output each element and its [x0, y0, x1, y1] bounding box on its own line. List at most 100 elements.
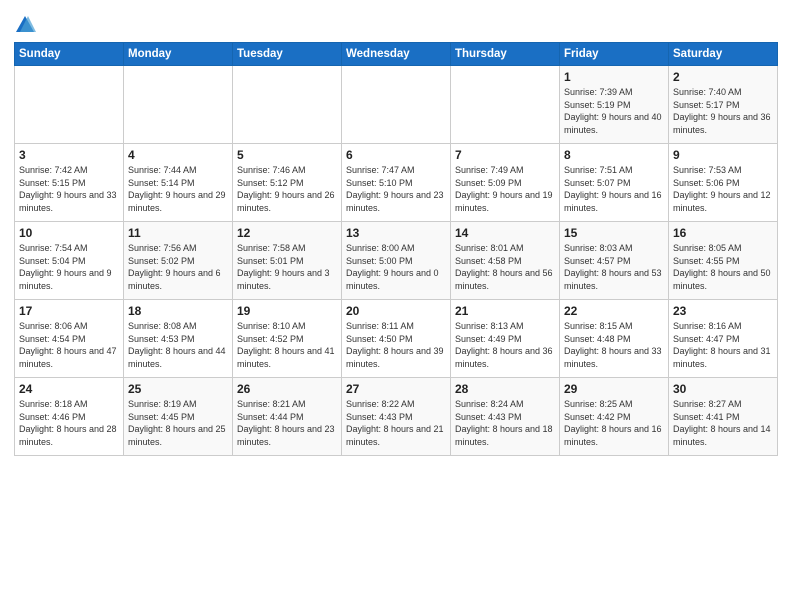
header — [14, 10, 778, 36]
day-info: Sunrise: 8:25 AMSunset: 4:42 PMDaylight:… — [564, 399, 662, 447]
day-info: Sunrise: 7:46 AMSunset: 5:12 PMDaylight:… — [237, 165, 335, 213]
logo-icon — [14, 14, 36, 36]
calendar-cell: 13 Sunrise: 8:00 AMSunset: 5:00 PMDayligh… — [342, 222, 451, 300]
calendar-cell: 6 Sunrise: 7:47 AMSunset: 5:10 PMDaylight… — [342, 144, 451, 222]
day-number: 1 — [564, 70, 664, 84]
calendar-cell — [124, 66, 233, 144]
calendar-cell: 28 Sunrise: 8:24 AMSunset: 4:43 PMDayligh… — [451, 378, 560, 456]
calendar-cell — [233, 66, 342, 144]
calendar-cell: 1 Sunrise: 7:39 AMSunset: 5:19 PMDaylight… — [560, 66, 669, 144]
calendar-cell — [342, 66, 451, 144]
day-number: 8 — [564, 148, 664, 162]
day-number: 29 — [564, 382, 664, 396]
day-number: 27 — [346, 382, 446, 396]
calendar-table: SundayMondayTuesdayWednesdayThursdayFrid… — [14, 42, 778, 456]
calendar-cell: 21 Sunrise: 8:13 AMSunset: 4:49 PMDayligh… — [451, 300, 560, 378]
calendar-cell: 7 Sunrise: 7:49 AMSunset: 5:09 PMDaylight… — [451, 144, 560, 222]
calendar-cell: 18 Sunrise: 8:08 AMSunset: 4:53 PMDayligh… — [124, 300, 233, 378]
day-number: 17 — [19, 304, 119, 318]
day-number: 21 — [455, 304, 555, 318]
day-number: 2 — [673, 70, 773, 84]
calendar-cell — [451, 66, 560, 144]
day-number: 13 — [346, 226, 446, 240]
calendar-cell: 16 Sunrise: 8:05 AMSunset: 4:55 PMDayligh… — [669, 222, 778, 300]
day-info: Sunrise: 7:54 AMSunset: 5:04 PMDaylight:… — [19, 243, 112, 291]
weekday-header-wednesday: Wednesday — [342, 43, 451, 66]
day-info: Sunrise: 8:22 AMSunset: 4:43 PMDaylight:… — [346, 399, 444, 447]
day-info: Sunrise: 7:53 AMSunset: 5:06 PMDaylight:… — [673, 165, 771, 213]
day-info: Sunrise: 8:06 AMSunset: 4:54 PMDaylight:… — [19, 321, 117, 369]
day-info: Sunrise: 8:18 AMSunset: 4:46 PMDaylight:… — [19, 399, 117, 447]
calendar-cell: 24 Sunrise: 8:18 AMSunset: 4:46 PMDayligh… — [15, 378, 124, 456]
logo — [14, 14, 38, 36]
day-info: Sunrise: 8:15 AMSunset: 4:48 PMDaylight:… — [564, 321, 662, 369]
day-info: Sunrise: 7:47 AMSunset: 5:10 PMDaylight:… — [346, 165, 444, 213]
day-info: Sunrise: 8:16 AMSunset: 4:47 PMDaylight:… — [673, 321, 771, 369]
weekday-header-monday: Monday — [124, 43, 233, 66]
day-info: Sunrise: 8:05 AMSunset: 4:55 PMDaylight:… — [673, 243, 771, 291]
calendar-cell: 2Sunrise: 7:40 AMSunset: 5:17 PMDaylight… — [669, 66, 778, 144]
calendar-week-3: 10 Sunrise: 7:54 AMSunset: 5:04 PMDayligh… — [15, 222, 778, 300]
day-info: Sunrise: 8:00 AMSunset: 5:00 PMDaylight:… — [346, 243, 439, 291]
calendar-cell: 25 Sunrise: 8:19 AMSunset: 4:45 PMDayligh… — [124, 378, 233, 456]
day-number: 9 — [673, 148, 773, 162]
weekday-header-tuesday: Tuesday — [233, 43, 342, 66]
day-number: 14 — [455, 226, 555, 240]
calendar-week-2: 3 Sunrise: 7:42 AMSunset: 5:15 PMDaylight… — [15, 144, 778, 222]
calendar-body: 1 Sunrise: 7:39 AMSunset: 5:19 PMDaylight… — [15, 66, 778, 456]
day-info: Sunrise: 8:21 AMSunset: 4:44 PMDaylight:… — [237, 399, 335, 447]
day-number: 10 — [19, 226, 119, 240]
day-number: 6 — [346, 148, 446, 162]
day-info: Sunrise: 8:19 AMSunset: 4:45 PMDaylight:… — [128, 399, 226, 447]
day-number: 12 — [237, 226, 337, 240]
day-number: 7 — [455, 148, 555, 162]
calendar-week-4: 17 Sunrise: 8:06 AMSunset: 4:54 PMDayligh… — [15, 300, 778, 378]
calendar-cell: 12 Sunrise: 7:58 AMSunset: 5:01 PMDayligh… — [233, 222, 342, 300]
day-number: 28 — [455, 382, 555, 396]
calendar-page: SundayMondayTuesdayWednesdayThursdayFrid… — [0, 0, 792, 612]
day-info: Sunrise: 8:01 AMSunset: 4:58 PMDaylight:… — [455, 243, 553, 291]
day-number: 20 — [346, 304, 446, 318]
day-number: 25 — [128, 382, 228, 396]
day-info: Sunrise: 8:24 AMSunset: 4:43 PMDaylight:… — [455, 399, 553, 447]
calendar-cell: 20 Sunrise: 8:11 AMSunset: 4:50 PMDayligh… — [342, 300, 451, 378]
day-number: 19 — [237, 304, 337, 318]
calendar-cell: 5Sunrise: 7:46 AMSunset: 5:12 PMDaylight… — [233, 144, 342, 222]
day-info: Sunrise: 7:51 AMSunset: 5:07 PMDaylight:… — [564, 165, 662, 213]
day-number: 16 — [673, 226, 773, 240]
day-info: Sunrise: 8:27 AMSunset: 4:41 PMDaylight:… — [673, 399, 771, 447]
calendar-cell: 15Sunrise: 8:03 AMSunset: 4:57 PMDayligh… — [560, 222, 669, 300]
day-number: 23 — [673, 304, 773, 318]
calendar-cell: 29 Sunrise: 8:25 AMSunset: 4:42 PMDayligh… — [560, 378, 669, 456]
day-info: Sunrise: 7:49 AMSunset: 5:09 PMDaylight:… — [455, 165, 553, 213]
day-info: Sunrise: 7:42 AMSunset: 5:15 PMDaylight:… — [19, 165, 117, 213]
calendar-cell: 30Sunrise: 8:27 AMSunset: 4:41 PMDayligh… — [669, 378, 778, 456]
day-number: 18 — [128, 304, 228, 318]
calendar-header-row: SundayMondayTuesdayWednesdayThursdayFrid… — [15, 43, 778, 66]
calendar-cell: 10 Sunrise: 7:54 AMSunset: 5:04 PMDayligh… — [15, 222, 124, 300]
day-number: 22 — [564, 304, 664, 318]
day-number: 4 — [128, 148, 228, 162]
day-info: Sunrise: 7:58 AMSunset: 5:01 PMDaylight:… — [237, 243, 330, 291]
weekday-header-friday: Friday — [560, 43, 669, 66]
calendar-cell: 4 Sunrise: 7:44 AMSunset: 5:14 PMDaylight… — [124, 144, 233, 222]
day-info: Sunrise: 8:08 AMSunset: 4:53 PMDaylight:… — [128, 321, 226, 369]
calendar-week-1: 1 Sunrise: 7:39 AMSunset: 5:19 PMDaylight… — [15, 66, 778, 144]
calendar-cell: 11Sunrise: 7:56 AMSunset: 5:02 PMDayligh… — [124, 222, 233, 300]
day-info: Sunrise: 7:39 AMSunset: 5:19 PMDaylight:… — [564, 87, 662, 135]
day-info: Sunrise: 8:13 AMSunset: 4:49 PMDaylight:… — [455, 321, 553, 369]
day-number: 3 — [19, 148, 119, 162]
day-info: Sunrise: 8:10 AMSunset: 4:52 PMDaylight:… — [237, 321, 335, 369]
day-info: Sunrise: 7:44 AMSunset: 5:14 PMDaylight:… — [128, 165, 226, 213]
calendar-cell: 14 Sunrise: 8:01 AMSunset: 4:58 PMDayligh… — [451, 222, 560, 300]
calendar-cell: 22 Sunrise: 8:15 AMSunset: 4:48 PMDayligh… — [560, 300, 669, 378]
calendar-cell: 19 Sunrise: 8:10 AMSunset: 4:52 PMDayligh… — [233, 300, 342, 378]
weekday-header-saturday: Saturday — [669, 43, 778, 66]
day-info: Sunrise: 8:11 AMSunset: 4:50 PMDaylight:… — [346, 321, 444, 369]
day-info: Sunrise: 7:56 AMSunset: 5:02 PMDaylight:… — [128, 243, 221, 291]
day-number: 15 — [564, 226, 664, 240]
calendar-cell: 27 Sunrise: 8:22 AMSunset: 4:43 PMDayligh… — [342, 378, 451, 456]
calendar-cell: 3 Sunrise: 7:42 AMSunset: 5:15 PMDaylight… — [15, 144, 124, 222]
day-number: 24 — [19, 382, 119, 396]
calendar-cell: 8 Sunrise: 7:51 AMSunset: 5:07 PMDaylight… — [560, 144, 669, 222]
